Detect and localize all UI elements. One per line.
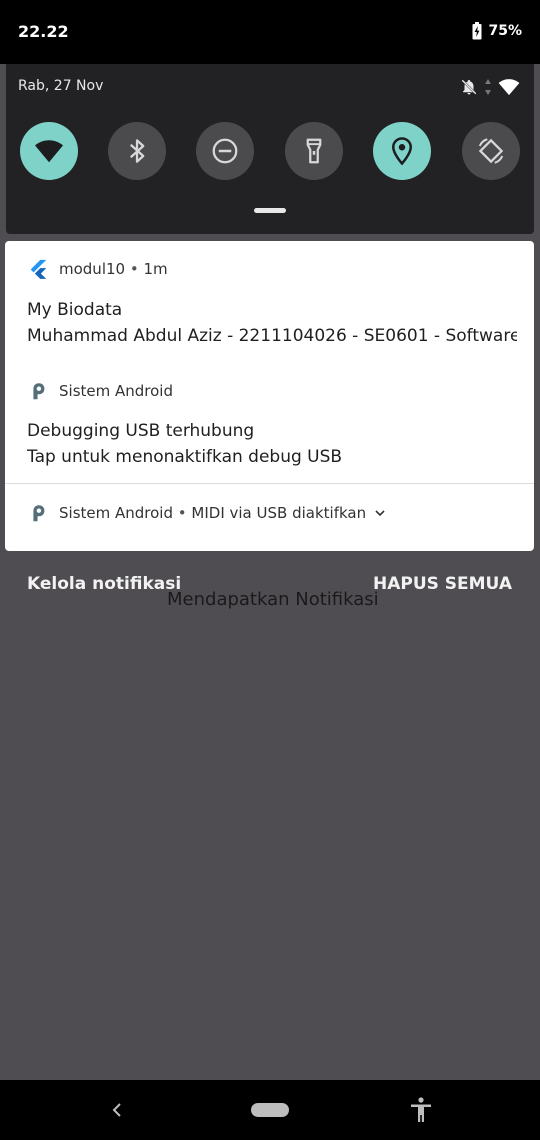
manage-notifications-button[interactable]: Kelola notifikasi <box>27 574 181 594</box>
battery-charging-icon <box>472 22 482 40</box>
notification-header-sistem-android[interactable]: Sistem Android <box>27 380 173 402</box>
battery-percent: 75% <box>488 23 522 39</box>
tile-location[interactable] <box>373 122 431 180</box>
android-system-icon <box>33 383 45 400</box>
notification-card: modul10 • 1m My Biodata Muhammad Abdul A… <box>5 241 534 551</box>
data-arrows-icon <box>485 79 491 95</box>
status-bar: 22.22 75% <box>0 0 540 64</box>
flutter-icon <box>30 259 47 279</box>
back-icon[interactable] <box>108 1100 126 1120</box>
clear-all-button[interactable]: HAPUS SEMUA <box>373 574 512 594</box>
notification-app-name: modul10 <box>59 260 126 278</box>
notification-time: 1m <box>143 260 168 278</box>
tile-bluetooth[interactable] <box>108 122 166 180</box>
dnd-icon <box>212 138 238 164</box>
qs-date: Rab, 27 Nov <box>18 78 104 94</box>
chevron-down-icon[interactable] <box>372 505 388 521</box>
tile-flashlight[interactable] <box>285 122 343 180</box>
tile-dnd[interactable] <box>196 122 254 180</box>
notification-divider <box>5 483 534 484</box>
home-pill-icon[interactable] <box>251 1103 289 1117</box>
wifi-status-icon <box>498 79 520 96</box>
notification-title: Debugging USB terhubung <box>27 421 255 441</box>
flashlight-icon <box>306 138 322 164</box>
accessibility-icon[interactable] <box>408 1096 434 1124</box>
notification-text[interactable]: Tap untuk menonaktifkan debug USB <box>27 447 517 467</box>
status-time: 22.22 <box>18 22 69 41</box>
navigation-bar <box>0 1080 540 1140</box>
notification-header-midi[interactable]: Sistem Android • MIDI via USB diaktifkan <box>27 502 388 524</box>
bluetooth-icon <box>129 139 145 163</box>
android-system-icon <box>33 505 45 522</box>
location-icon <box>391 137 413 166</box>
status-right-group: 75% <box>472 22 522 40</box>
tile-auto-rotate[interactable] <box>462 122 520 180</box>
auto-rotate-icon <box>478 138 504 164</box>
tile-wifi[interactable] <box>20 122 78 180</box>
notification-header-modul10[interactable]: modul10 • 1m <box>27 258 168 280</box>
notification-app-name: Sistem Android <box>59 382 173 400</box>
notification-summary: MIDI via USB diaktifkan <box>191 504 367 522</box>
app-overlay-text: Mendapatkan Notifikasi <box>167 589 379 610</box>
wifi-icon <box>35 140 63 163</box>
notification-title: My Biodata <box>27 300 123 320</box>
separator-dot: • <box>129 260 144 278</box>
separator-dot: • <box>177 504 192 522</box>
notification-text[interactable]: Muhammad Abdul Aziz - 2211104026 - SE060… <box>27 326 517 346</box>
qs-expand-handle[interactable] <box>254 208 286 213</box>
quick-settings-panel: Rab, 27 Nov <box>6 64 534 234</box>
notifications-off-icon <box>461 79 477 95</box>
notification-app-name: Sistem Android <box>59 504 173 522</box>
qs-status-icons <box>460 78 520 96</box>
